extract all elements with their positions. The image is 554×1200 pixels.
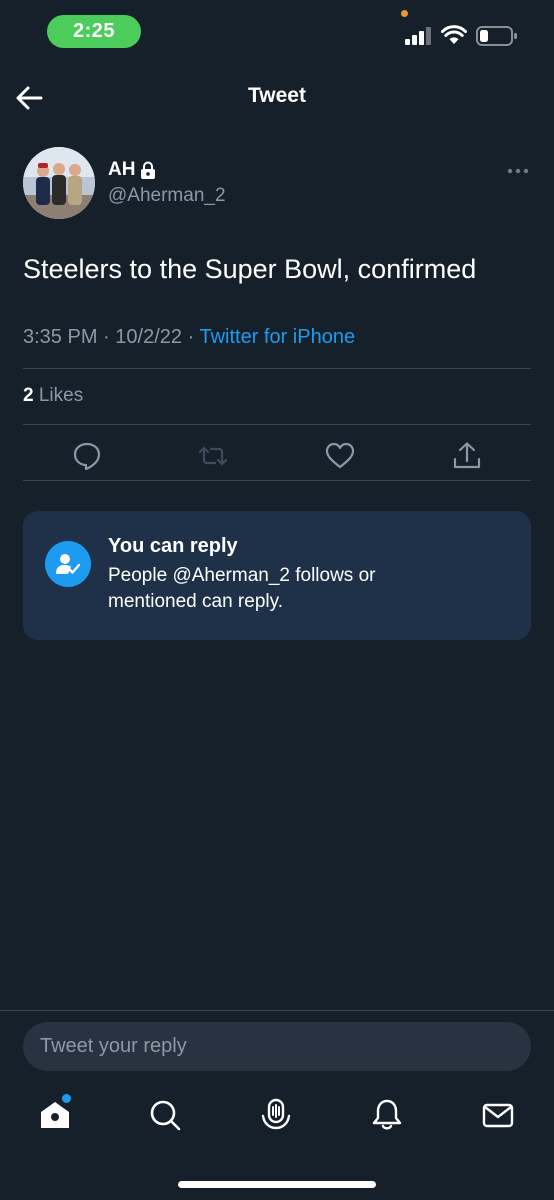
more-horizontal-icon[interactable] (507, 167, 529, 175)
author-name[interactable]: AH (108, 159, 135, 181)
reply-notice-title: You can reply (108, 535, 238, 557)
home-notification-dot (62, 1094, 71, 1103)
lock-icon (141, 161, 156, 179)
tweet-author: AH @Aherman_2 (23, 147, 533, 222)
status-time: 2:25 (47, 15, 141, 48)
search-icon[interactable] (148, 1098, 182, 1132)
retweet-icon (198, 446, 228, 466)
divider (0, 1010, 554, 1011)
notifications-icon[interactable] (370, 1098, 404, 1132)
avatar[interactable] (23, 147, 95, 219)
home-icon[interactable] (38, 1098, 72, 1132)
battery-icon (476, 26, 517, 46)
tweet-action-bar (23, 436, 531, 476)
reply-notice-body: People @Aherman_2 follows or mentioned c… (108, 565, 376, 612)
wifi-icon (441, 25, 467, 44)
meta-separator: · (103, 326, 110, 348)
comment-icon[interactable] (72, 441, 102, 471)
heart-icon[interactable] (325, 441, 355, 471)
status-bar: 2:25 (0, 0, 554, 60)
tweet-meta: 3:35 PM · 10/2/22 · Twitter for iPhone (23, 326, 355, 349)
divider (23, 368, 531, 369)
reply-restriction-card: You can reply People @Aherman_2 follows … (23, 511, 531, 640)
tweet-text: Steelers to the Super Bowl, confirmed (23, 254, 477, 284)
divider (23, 480, 531, 481)
tab-bar (0, 1092, 554, 1142)
tweet-time: 3:35 PM (23, 326, 98, 348)
reply-input[interactable]: Tweet your reply (23, 1022, 531, 1071)
reply-input-placeholder: Tweet your reply (40, 1035, 187, 1057)
tweet-date: 10/2/22 (115, 326, 183, 348)
share-icon[interactable] (452, 441, 482, 471)
home-indicator (178, 1181, 376, 1188)
meta-separator: · (187, 326, 195, 348)
page-title: Tweet (248, 84, 306, 107)
nav-header: Tweet (0, 70, 554, 126)
tweet-source-link[interactable]: Twitter for iPhone (199, 326, 355, 348)
likes-count-link[interactable]: 2 Likes (23, 385, 83, 407)
author-handle[interactable]: @Aherman_2 (108, 185, 226, 207)
person-check-icon (45, 541, 91, 587)
privacy-indicator-dot (401, 10, 408, 17)
divider (23, 424, 531, 425)
spaces-icon[interactable] (259, 1098, 293, 1132)
cellular-signal-icon (405, 27, 431, 45)
likes-label: Likes (38, 385, 84, 406)
messages-icon[interactable] (481, 1098, 515, 1132)
likes-count: 2 (23, 385, 34, 406)
